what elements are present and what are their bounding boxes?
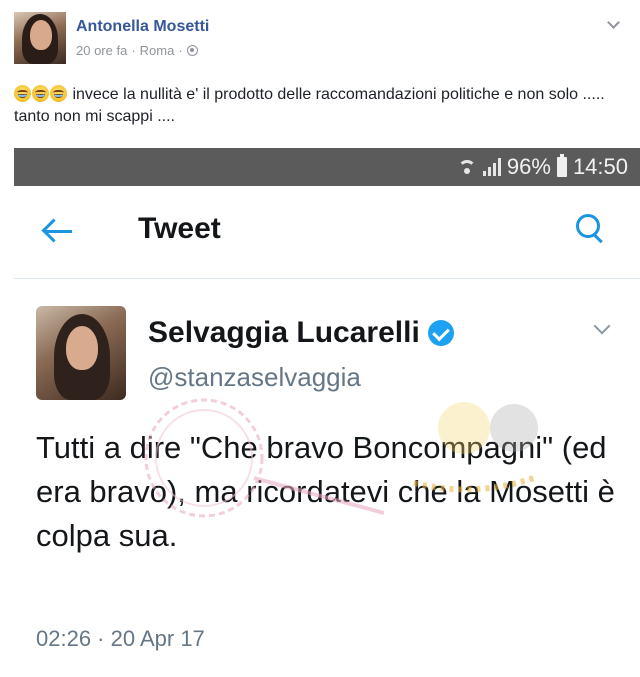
globe-icon[interactable]	[186, 45, 198, 56]
wifi-icon	[457, 158, 477, 176]
post-time[interactable]: 20 ore fa	[76, 43, 127, 58]
back-arrow-icon	[40, 216, 80, 246]
post-options-chevron-icon[interactable]	[606, 18, 620, 28]
tears-of-joy-emoji-icon	[32, 85, 49, 102]
tweet-text: Tutti a dire "Che bravo Boncompagni" (ed…	[36, 430, 615, 553]
tweet-author-handle: @stanzaselvaggia	[148, 362, 361, 392]
post-meta: 20 ore fa · Roma ·	[76, 43, 198, 58]
post-text: invece la nullità e' il prodotto delle r…	[14, 84, 624, 128]
meta-separator: ·	[131, 43, 136, 58]
tears-of-joy-emoji-icon	[50, 85, 67, 102]
chevron-down-icon	[592, 320, 612, 336]
signal-icon	[482, 158, 501, 176]
status-bar: 96% 14:50	[14, 148, 640, 186]
tears-of-joy-emoji-icon	[14, 85, 31, 102]
status-indicators: 96% 14:50	[457, 152, 628, 182]
fb-post-header: Antonella Mosetti 20 ore fa · Roma ·	[14, 12, 624, 68]
search-icon	[574, 212, 610, 248]
author-avatar[interactable]	[14, 12, 66, 64]
post-location[interactable]: Roma	[140, 43, 175, 58]
tweet-screenshot-image: 96% 14:50 Tweet Selvaggia Lucarelli @sta…	[14, 148, 640, 677]
author-name[interactable]: Antonella Mosetti	[76, 18, 209, 36]
tweet-author-avatar	[36, 306, 126, 400]
status-clock: 14:50	[572, 154, 628, 179]
tweet-author-block: Selvaggia Lucarelli @stanzaselvaggia	[36, 306, 626, 406]
tweet-app-bar: Tweet	[14, 186, 640, 279]
tweet-author-name: Selvaggia Lucarelli	[148, 316, 420, 349]
post-text-body: invece la nullità e' il prodotto delle r…	[14, 86, 605, 125]
meta-separator: ·	[178, 43, 183, 58]
verified-badge-icon	[427, 320, 454, 346]
screen-title: Tweet	[138, 212, 221, 245]
tweet-timestamp: 02:26 · 20 Apr 17	[36, 626, 205, 651]
tweet-author-name-row: Selvaggia Lucarelli	[148, 316, 454, 350]
battery-percent: 96%	[506, 154, 551, 179]
battery-icon	[556, 154, 567, 177]
